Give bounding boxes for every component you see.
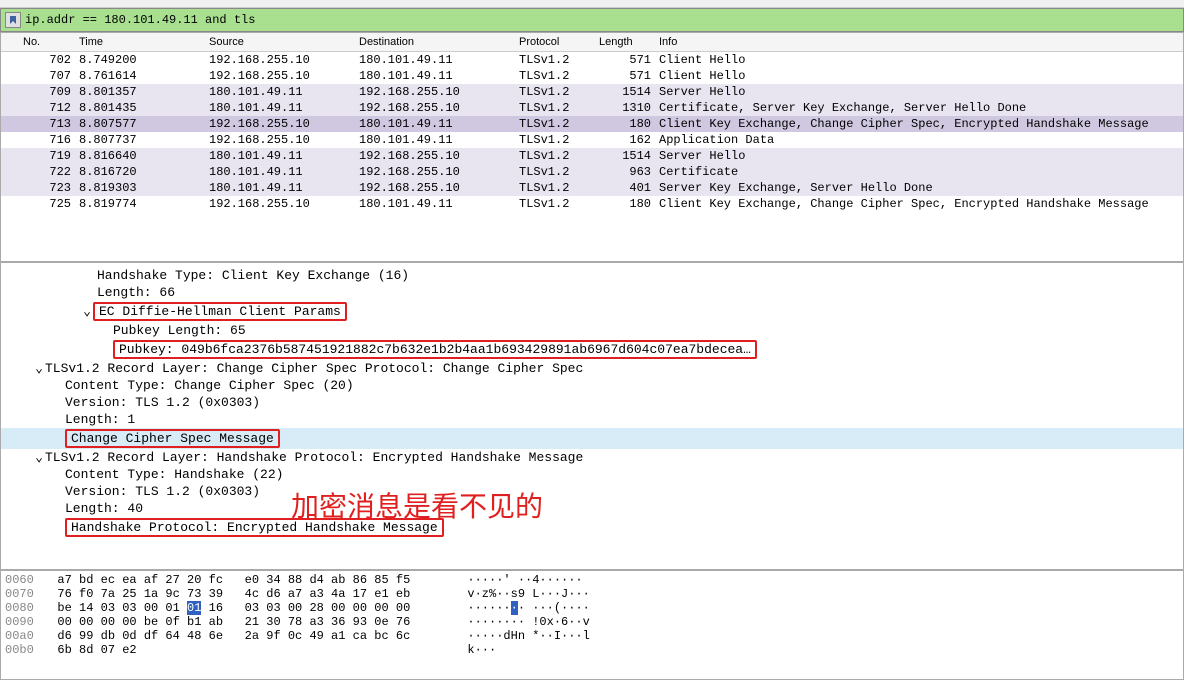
detail-line[interactable]: Pubkey: 049b6fca2376b587451921882c7b632e… <box>1 339 1183 360</box>
packet-row[interactable]: 7028.749200192.168.255.10180.101.49.11TL… <box>1 52 1183 68</box>
packet-row[interactable]: 7138.807577192.168.255.10180.101.49.11TL… <box>1 116 1183 132</box>
chevron-down-icon[interactable]: ⌄ <box>81 304 93 319</box>
col-info[interactable]: Info <box>659 36 1183 48</box>
packet-row[interactable]: 7168.807737192.168.255.10180.101.49.11TL… <box>1 132 1183 148</box>
hex-row[interactable]: 0080 be 14 03 03 00 01 01 16 03 03 00 28… <box>5 601 1179 615</box>
hex-row[interactable]: 0060 a7 bd ec ea af 27 20 fc e0 34 88 d4… <box>5 573 1179 587</box>
detail-line[interactable]: Length: 1 <box>1 411 1183 428</box>
hex-row[interactable]: 0070 76 f0 7a 25 1a 9c 73 39 4c d6 a7 a3… <box>5 587 1179 601</box>
ec-dh-params: EC Diffie-Hellman Client Params <box>93 302 347 321</box>
packet-row[interactable]: 7078.761614192.168.255.10180.101.49.11TL… <box>1 68 1183 84</box>
chevron-down-icon[interactable]: ⌄ <box>33 450 45 465</box>
packet-list[interactable]: No. Time Source Destination Protocol Len… <box>0 32 1184 262</box>
detail-line[interactable]: Content Type: Handshake (22) <box>1 466 1183 483</box>
hex-row[interactable]: 00b0 6b 8d 07 e2k··· <box>5 643 1179 657</box>
change-cipher-spec-msg: Change Cipher Spec Message <box>65 429 280 448</box>
hex-pane[interactable]: 0060 a7 bd ec ea af 27 20 fc e0 34 88 d4… <box>0 570 1184 680</box>
col-no[interactable]: No. <box>19 36 79 48</box>
chevron-down-icon[interactable]: ⌄ <box>33 361 45 376</box>
hex-row[interactable]: 0090 00 00 00 00 be 0f b1 ab 21 30 78 a3… <box>5 615 1179 629</box>
detail-line[interactable]: Length: 40 <box>1 500 1183 517</box>
annotation-text: 加密消息是看不见的 <box>291 485 543 525</box>
packet-row[interactable]: 7238.819303180.101.49.11192.168.255.10TL… <box>1 180 1183 196</box>
bookmark-icon[interactable] <box>5 12 21 28</box>
toolbar <box>0 0 1184 8</box>
detail-line[interactable]: Content Type: Change Cipher Spec (20) <box>1 377 1183 394</box>
packet-row[interactable]: 7128.801435180.101.49.11192.168.255.10TL… <box>1 100 1183 116</box>
filter-bar <box>0 8 1184 32</box>
detail-line[interactable]: Version: TLS 1.2 (0x0303) <box>1 394 1183 411</box>
packet-row[interactable]: 7258.819774192.168.255.10180.101.49.11TL… <box>1 196 1183 212</box>
packet-row[interactable]: 7228.816720180.101.49.11192.168.255.10TL… <box>1 164 1183 180</box>
detail-line[interactable]: ⌄TLSv1.2 Record Layer: Change Cipher Spe… <box>1 360 1183 377</box>
col-source[interactable]: Source <box>209 36 359 48</box>
col-time[interactable]: Time <box>79 36 209 48</box>
detail-line[interactable]: Length: 66 <box>1 284 1183 301</box>
detail-line[interactable]: ⌄TLSv1.2 Record Layer: Handshake Protoco… <box>1 449 1183 466</box>
detail-line[interactable]: Pubkey Length: 65 <box>1 322 1183 339</box>
packet-header: No. Time Source Destination Protocol Len… <box>1 33 1183 52</box>
detail-line[interactable]: Handshake Type: Client Key Exchange (16) <box>1 267 1183 284</box>
col-length[interactable]: Length <box>599 36 659 48</box>
packet-row[interactable]: 7198.816640180.101.49.11192.168.255.10TL… <box>1 148 1183 164</box>
detail-line-selected[interactable]: Change Cipher Spec Message <box>1 428 1183 449</box>
pubkey: Pubkey: 049b6fca2376b587451921882c7b632e… <box>113 340 757 359</box>
filter-input[interactable] <box>25 13 1179 27</box>
hex-row[interactable]: 00a0 d6 99 db 0d df 64 48 6e 2a 9f 0c 49… <box>5 629 1179 643</box>
packet-row[interactable]: 7098.801357180.101.49.11192.168.255.10TL… <box>1 84 1183 100</box>
col-destination[interactable]: Destination <box>359 36 519 48</box>
detail-line[interactable]: Handshake Protocol: Encrypted Handshake … <box>1 517 1183 538</box>
detail-line[interactable]: ⌄EC Diffie-Hellman Client Params <box>1 301 1183 322</box>
col-protocol[interactable]: Protocol <box>519 36 599 48</box>
detail-line[interactable]: Version: TLS 1.2 (0x0303) <box>1 483 1183 500</box>
details-pane[interactable]: Handshake Type: Client Key Exchange (16)… <box>0 262 1184 570</box>
